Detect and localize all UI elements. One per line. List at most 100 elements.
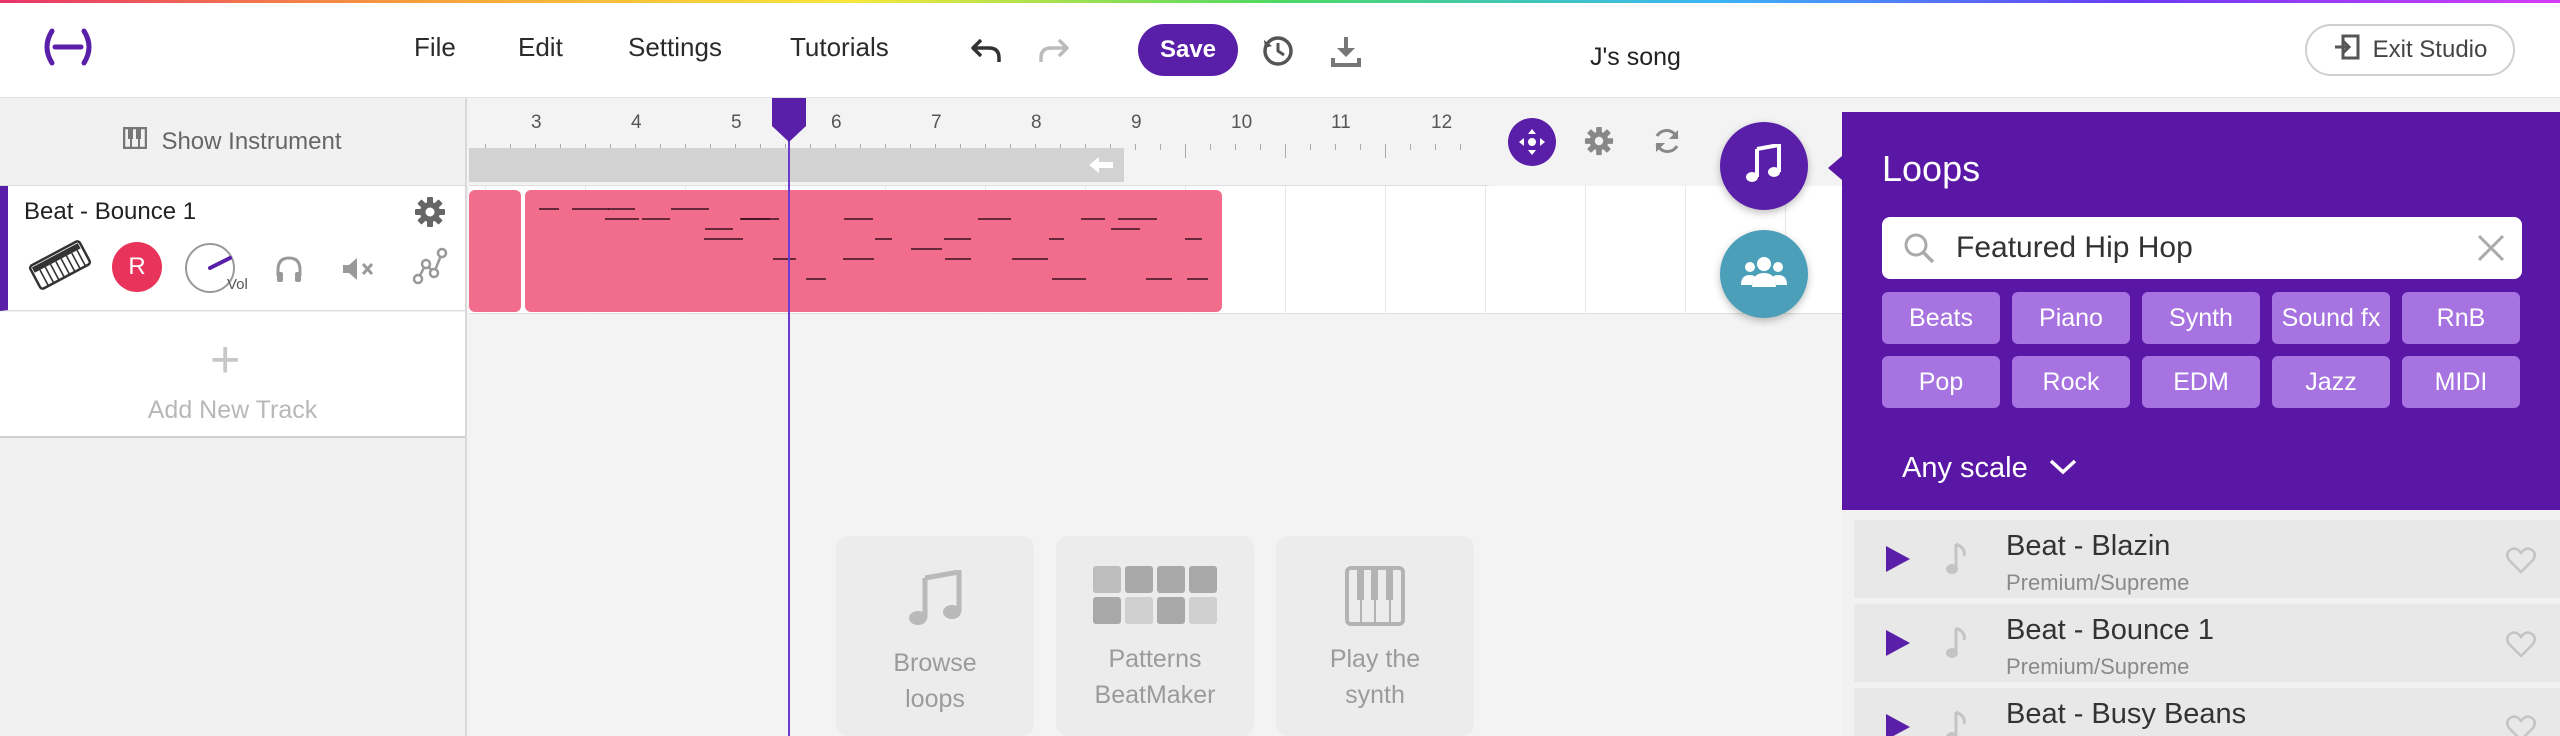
logo-icon[interactable]	[38, 27, 98, 67]
heart-icon[interactable]	[2506, 630, 2536, 663]
exit-studio-button[interactable]: Exit Studio	[2305, 24, 2515, 76]
loop-region-bar[interactable]	[469, 148, 1124, 182]
bar-number: 7	[931, 112, 942, 133]
ruler-tick	[1410, 144, 1411, 150]
playhead-handle[interactable]	[772, 98, 806, 142]
loops-search-input[interactable]	[1956, 227, 2456, 269]
browse-loops-line2: loops	[905, 685, 965, 713]
undo-icon[interactable]	[966, 31, 1006, 71]
category-chip[interactable]: Rock	[2012, 356, 2130, 408]
record-arm-button[interactable]: R	[112, 242, 162, 292]
ruler-tick	[1185, 144, 1186, 158]
category-chip[interactable]: Pop	[1882, 356, 2000, 408]
loop-item[interactable]: Beat - Bounce 1 Premium/Supreme	[1854, 604, 2560, 682]
menu-tutorials[interactable]: Tutorials	[790, 32, 889, 63]
clear-search-icon[interactable]	[2476, 233, 2506, 268]
note-icon	[1946, 542, 1968, 581]
midi-note	[704, 238, 744, 240]
ruler-tick	[1260, 144, 1261, 150]
grid-line	[1585, 186, 1586, 314]
browse-loops-card[interactable]: Browse loops	[836, 536, 1034, 736]
patterns-beatmaker-card[interactable]: Patterns BeatMaker	[1056, 536, 1254, 736]
midi-note	[843, 258, 874, 260]
category-chip[interactable]: Jazz	[2272, 356, 2390, 408]
loop-item[interactable]: Beat - Blazin Premium/Supreme	[1854, 520, 2560, 598]
midi-note	[772, 258, 796, 260]
bar-number: 8	[1031, 112, 1042, 133]
grid-line	[1285, 186, 1286, 314]
redo-icon[interactable]	[1034, 31, 1074, 71]
headphones-icon[interactable]	[274, 254, 304, 289]
automation-icon[interactable]	[412, 246, 448, 291]
category-chip[interactable]: Sound fx	[2272, 292, 2390, 344]
plus-icon: +	[210, 331, 241, 389]
collaborators-button[interactable]	[1720, 230, 1808, 318]
history-icon[interactable]	[1258, 31, 1298, 71]
play-icon[interactable]	[1884, 712, 1912, 736]
piano-icon	[1345, 566, 1405, 631]
menu-edit[interactable]: Edit	[518, 32, 563, 63]
midi-note	[538, 208, 559, 210]
mute-icon[interactable]	[340, 254, 376, 289]
ruler-tick	[1135, 144, 1136, 150]
category-chip[interactable]: EDM	[2142, 356, 2260, 408]
play-icon[interactable]	[1884, 544, 1912, 579]
loop-toggle-icon[interactable]	[1652, 126, 1682, 161]
loop-tier: Premium/Supreme	[2006, 654, 2190, 679]
menu-settings[interactable]: Settings	[628, 32, 722, 63]
arrow-left-icon[interactable]	[1087, 155, 1115, 180]
category-chip[interactable]: MIDI	[2402, 356, 2520, 408]
loops-search-box[interactable]	[1882, 217, 2522, 279]
bar-number: 5	[731, 112, 742, 133]
track-settings-icon[interactable]	[414, 196, 446, 233]
audio-clip-beat-bounce[interactable]	[525, 190, 1222, 312]
category-chip[interactable]: RnB	[2402, 292, 2520, 344]
add-new-track-button[interactable]: + Add New Track	[0, 312, 465, 438]
bar-number: 3	[531, 112, 542, 133]
track-header[interactable]: Beat - Bounce 1 R Vol	[0, 186, 465, 311]
show-instrument-button[interactable]: Show Instrument	[0, 98, 465, 186]
bar-number: 9	[1131, 112, 1142, 133]
download-icon[interactable]	[1326, 31, 1366, 71]
loop-item[interactable]: Beat - Busy Beans	[1854, 688, 2560, 736]
top-bar: File Edit Settings Tutorials Save J's so…	[0, 3, 2560, 98]
category-chip[interactable]: Piano	[2012, 292, 2130, 344]
timeline-settings-icon[interactable]	[1584, 126, 1614, 161]
patterns-line1: Patterns	[1108, 645, 1202, 673]
ruler-tick	[1360, 144, 1361, 150]
move-tool-icon[interactable]	[1508, 118, 1556, 166]
ruler-tick	[1435, 144, 1436, 150]
midi-note	[1052, 278, 1086, 280]
song-title[interactable]: J's song	[1590, 43, 1681, 72]
people-icon	[1740, 255, 1788, 294]
heart-icon[interactable]	[2506, 546, 2536, 579]
arrangement-track-lane[interactable]	[469, 186, 1842, 314]
panel-pointer	[1828, 156, 1842, 180]
exit-studio-label: Exit Studio	[2372, 36, 2488, 63]
menu-file[interactable]: File	[414, 32, 456, 63]
category-chip[interactable]: Beats	[1882, 292, 2000, 344]
midi-note	[641, 218, 671, 220]
bar-number: 4	[631, 112, 642, 133]
midi-note	[944, 238, 972, 240]
midi-note	[1111, 228, 1141, 230]
ruler-tick	[1285, 144, 1286, 158]
track-panel: Show Instrument Beat - Bounce 1 R Vol + …	[0, 98, 467, 736]
play-synth-card[interactable]: Play the synth	[1276, 536, 1474, 736]
playhead-line	[788, 98, 790, 736]
midi-note	[605, 218, 640, 220]
midi-note	[572, 208, 609, 210]
note-icon	[1946, 626, 1968, 665]
play-icon[interactable]	[1884, 628, 1912, 663]
loops-panel-button[interactable]	[1720, 122, 1808, 210]
audio-clip-partial[interactable]	[469, 190, 521, 312]
heart-icon[interactable]	[2506, 714, 2536, 736]
midi-note	[945, 258, 972, 260]
track-name[interactable]: Beat - Bounce 1	[24, 198, 196, 226]
ruler-tick	[1160, 144, 1161, 150]
instrument-keyboard-icon[interactable]	[26, 234, 94, 301]
category-chip[interactable]: Synth	[2142, 292, 2260, 344]
scale-dropdown[interactable]: Any scale	[1902, 452, 2078, 485]
save-button[interactable]: Save	[1138, 24, 1238, 76]
loop-tier: Premium/Supreme	[2006, 570, 2190, 595]
